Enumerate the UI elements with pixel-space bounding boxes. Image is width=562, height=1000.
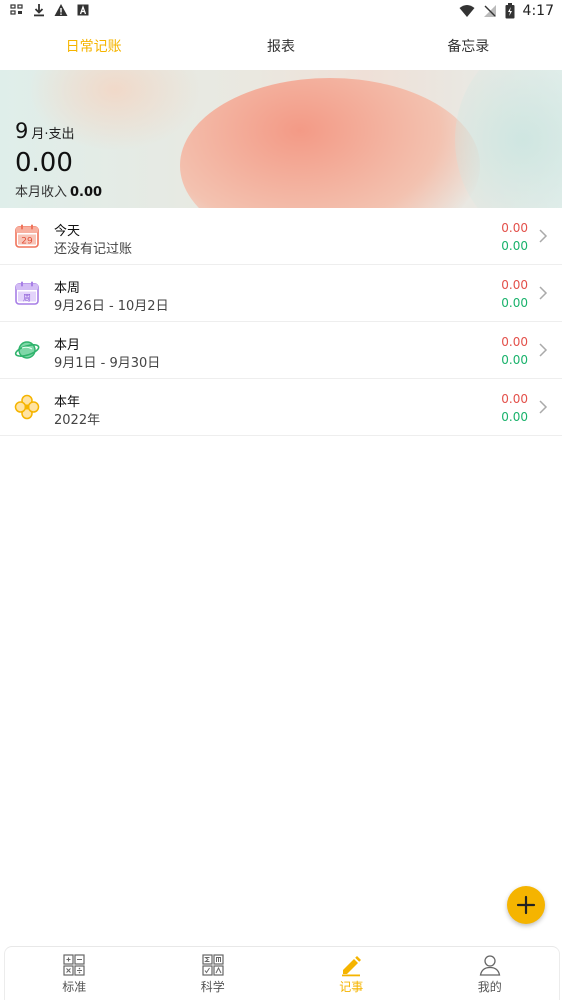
month-suffix: 月·支出: [31, 127, 75, 142]
top-tabs: 日常记账 报表 备忘录: [0, 24, 562, 70]
row-income: 0.00: [501, 410, 528, 424]
row-subtitle: 9月1日 - 9月30日: [54, 356, 161, 371]
monthly-expense-amount: 0.00: [15, 148, 73, 178]
battery-charging-icon: [505, 3, 515, 19]
monthly-income-value: 0.00: [70, 185, 103, 200]
status-right-icons: 4:17: [459, 3, 554, 19]
banner-decoration: [180, 78, 480, 208]
plus-icon: [516, 895, 536, 915]
bottom-nav: 标准 科学 记事 我的: [4, 946, 560, 1000]
chevron-right-icon: [539, 229, 548, 243]
month-number: 9: [15, 119, 29, 143]
nav-standard[interactable]: 标准: [5, 947, 144, 1000]
monthly-summary-banner: 9 月·支出 0.00 本月收入 0.00: [0, 70, 562, 208]
summary-list: 29 今天 还没有记过账 0.00 0.00 周 本周 9月26日 - 10月2…: [0, 208, 562, 436]
row-expense: 0.00: [501, 335, 528, 349]
row-subtitle: 还没有记过账: [54, 242, 133, 257]
app-badge-icon: [77, 4, 89, 16]
nav-scientific[interactable]: 科学: [144, 947, 283, 1000]
warning-icon: [54, 4, 68, 16]
list-item-today[interactable]: 29 今天 还没有记过账 0.00 0.00: [0, 208, 562, 265]
row-income: 0.00: [501, 296, 528, 310]
monthly-income: 本月收入 0.00: [15, 181, 102, 200]
wifi-icon: [459, 5, 475, 17]
pencil-icon: [342, 956, 362, 977]
tab-memo[interactable]: 备忘录: [375, 24, 562, 70]
row-title: 本月: [54, 338, 81, 353]
calculator-icon: [63, 954, 85, 976]
row-expense: 0.00: [501, 221, 528, 235]
row-expense: 0.00: [501, 278, 528, 292]
row-title: 今天: [54, 224, 81, 239]
monthly-income-label: 本月收入: [15, 185, 68, 200]
tab-daily-bookkeeping[interactable]: 日常记账: [0, 24, 187, 70]
calendar-day-number: 29: [21, 237, 33, 247]
nav-label: 我的: [477, 980, 502, 994]
no-signal-icon: [483, 5, 496, 17]
person-icon: [479, 955, 501, 976]
nav-notes[interactable]: 记事: [282, 947, 421, 1000]
chevron-right-icon: [539, 400, 548, 414]
calendar-week-icon: 周: [15, 281, 39, 305]
row-subtitle: 9月26日 - 10月2日: [54, 299, 169, 314]
list-item-this-week[interactable]: 周 本周 9月26日 - 10月2日 0.00 0.00: [0, 265, 562, 322]
nav-label: 标准: [62, 980, 87, 994]
row-subtitle: 2022年: [54, 413, 101, 428]
calendar-week-label: 周: [23, 294, 31, 303]
screenshot-icon: [10, 4, 23, 15]
list-item-this-month[interactable]: 本月 9月1日 - 9月30日 0.00 0.00: [0, 322, 562, 379]
banner-month: 9 月·支出: [15, 119, 75, 143]
status-left-icons: [10, 3, 90, 17]
nav-mine[interactable]: 我的: [421, 947, 560, 1000]
planet-icon: [14, 341, 40, 359]
scientific-calculator-icon: [202, 954, 224, 976]
chevron-right-icon: [539, 286, 548, 300]
add-record-button[interactable]: [507, 886, 545, 924]
row-expense: 0.00: [501, 392, 528, 406]
nav-label: 记事: [339, 980, 364, 994]
banner-decoration: [455, 70, 562, 208]
row-income: 0.00: [501, 353, 528, 367]
tab-reports[interactable]: 报表: [187, 24, 374, 70]
calendar-day-icon: 29: [15, 224, 39, 248]
row-income: 0.00: [501, 239, 528, 253]
row-title: 本年: [54, 395, 81, 410]
flower-icon: [14, 394, 40, 420]
nav-label: 科学: [200, 980, 225, 994]
status-time: 4:17: [522, 3, 554, 19]
row-title: 本周: [54, 281, 81, 296]
download-icon: [34, 4, 44, 17]
chevron-right-icon: [539, 343, 548, 357]
list-item-this-year[interactable]: 本年 2022年 0.00 0.00: [0, 379, 562, 436]
status-bar: 4:17: [0, 0, 562, 24]
